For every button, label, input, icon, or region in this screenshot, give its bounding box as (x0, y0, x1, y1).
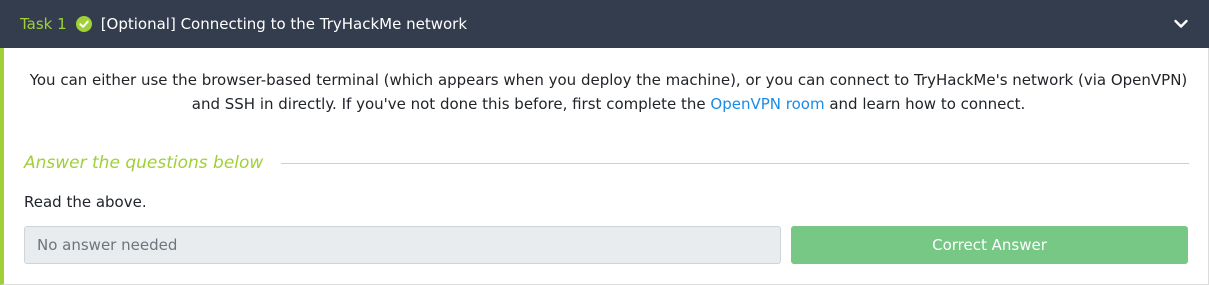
task-title: [Optional] Connecting to the TryHackMe n… (100, 15, 468, 33)
description-text-end: and learn how to connect. (824, 95, 1026, 113)
task-description: You can either use the browser-based ter… (24, 68, 1193, 116)
openvpn-room-link[interactable]: OpenVPN room (710, 95, 824, 113)
answer-input[interactable] (24, 226, 781, 264)
check-circle-icon (75, 16, 92, 32)
questions-heading: Answer the questions below (24, 153, 264, 173)
task-card: Task 1 [Optional] Connecting to the TryH… (0, 0, 1209, 285)
chevron-down-icon[interactable] (1173, 16, 1189, 32)
task-body: You can either use the browser-based ter… (0, 48, 1209, 285)
questions-heading-row: Answer the questions below (24, 151, 1189, 175)
heading-divider (281, 162, 1189, 164)
task-header[interactable]: Task 1 [Optional] Connecting to the TryH… (0, 0, 1209, 48)
task-number: Task 1 (20, 15, 67, 33)
question-text: Read the above. (24, 193, 147, 211)
correct-answer-button[interactable]: Correct Answer (791, 226, 1188, 264)
